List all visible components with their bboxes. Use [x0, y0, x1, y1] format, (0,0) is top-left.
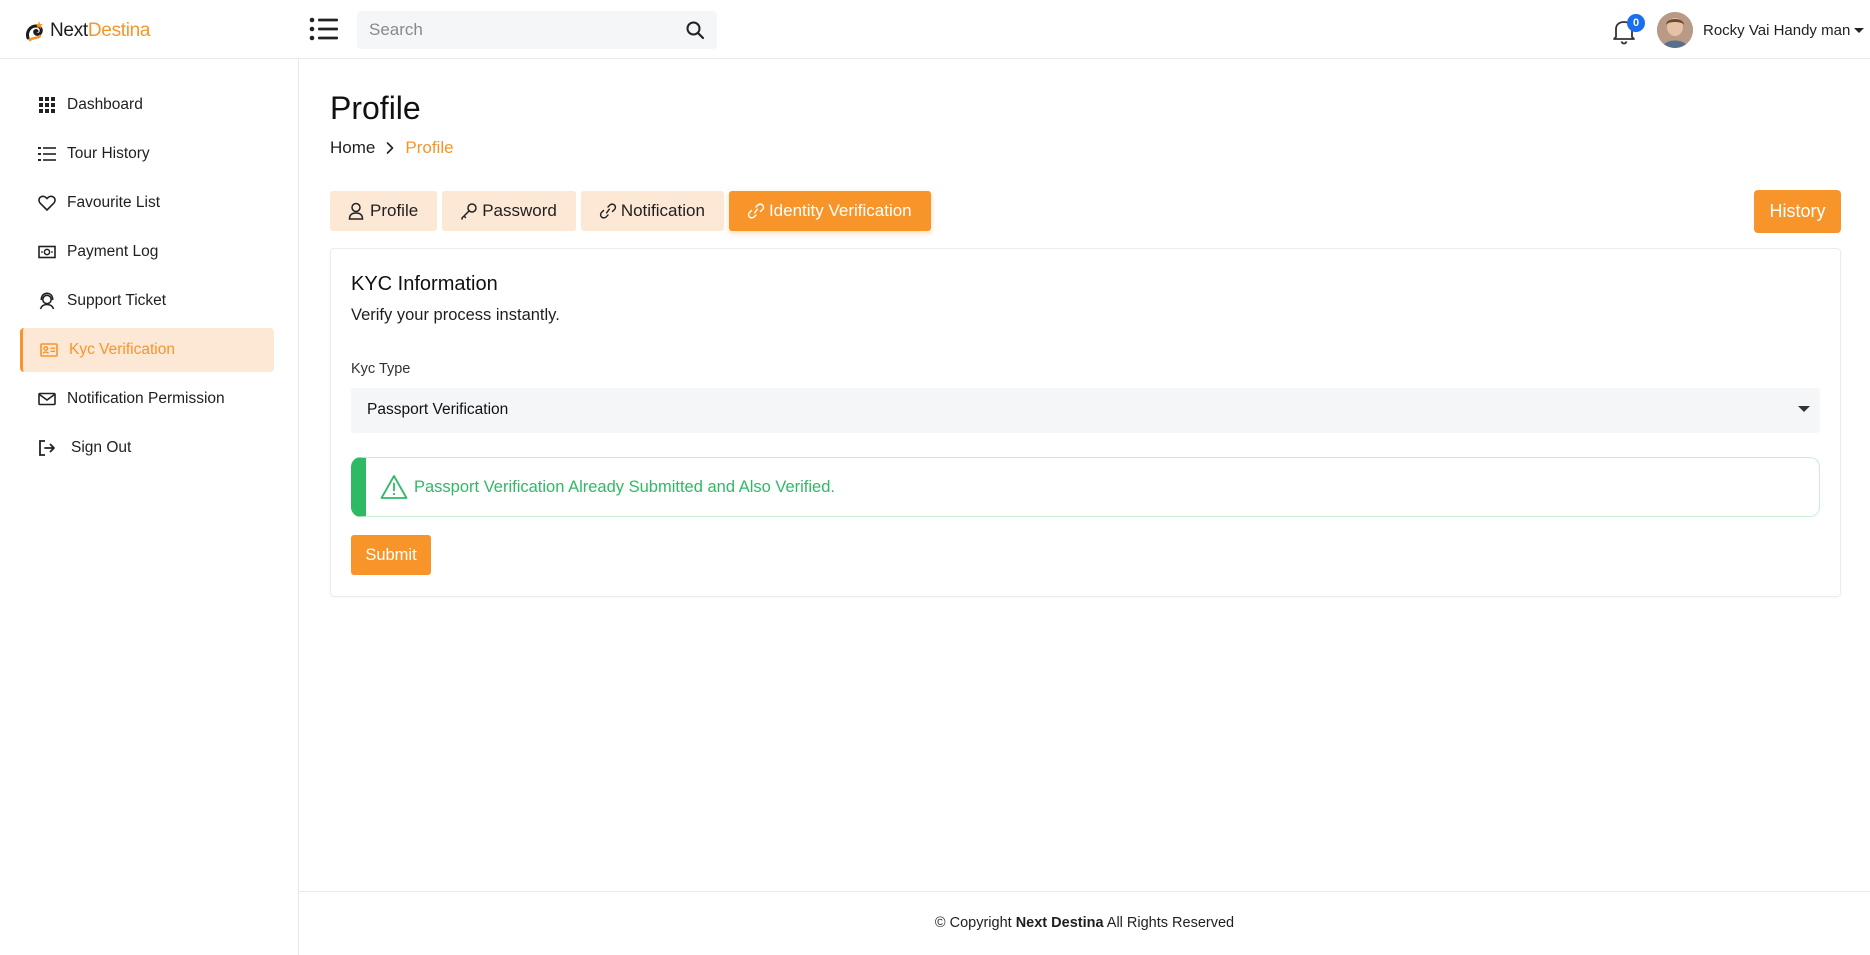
user-icon [348, 202, 366, 220]
sidebar: Dashboard Tour History Favourite List Pa… [0, 59, 299, 955]
avatar [1657, 12, 1693, 48]
envelope-icon [37, 389, 57, 409]
alert-text: Passport Verification Already Submitted … [414, 477, 835, 496]
link-icon [599, 202, 617, 220]
profile-tabs: Profile Password Notification Identity V… [330, 191, 936, 231]
tab-label: Profile [370, 201, 419, 220]
key-icon [460, 202, 478, 220]
sidebar-item-label: Payment Log [67, 243, 159, 260]
kyc-type-select[interactable]: Passport Verification [351, 388, 1820, 433]
sidebar-item-kyc-verification[interactable]: Kyc Verification [20, 328, 274, 372]
search-input[interactable] [357, 11, 657, 49]
chevron-down-icon [1854, 27, 1865, 33]
sidebar-item-label: Tour History [67, 145, 150, 162]
page-title: Profile [330, 90, 421, 126]
history-button[interactable]: History [1754, 190, 1841, 233]
notification-bell[interactable]: 0 [1611, 14, 1645, 46]
support-icon [37, 291, 57, 311]
sign-out-icon [37, 438, 57, 458]
kyc-card: KYC Information Verify your process inst… [330, 248, 1841, 597]
warning-triangle-icon [380, 474, 408, 500]
chevron-right-icon [381, 139, 399, 157]
user-name: Rocky Vai Handy man [1703, 21, 1851, 39]
breadcrumb-home[interactable]: Home [330, 138, 375, 158]
link-icon [747, 202, 765, 220]
tab-identity-verification[interactable]: Identity Verification [728, 191, 931, 231]
list-icon [37, 144, 57, 164]
tab-password[interactable]: Password [442, 191, 576, 231]
top-bar: NextDestina 0 [0, 0, 1870, 59]
sidebar-item-dashboard[interactable]: Dashboard [20, 83, 274, 127]
kyc-title: KYC Information [351, 273, 498, 295]
sidebar-item-label: Favourite List [67, 194, 161, 211]
chevron-down-icon [1798, 406, 1810, 412]
submit-button[interactable]: Submit [351, 535, 431, 575]
search-box [357, 11, 717, 49]
search-icon[interactable] [685, 20, 705, 40]
logo-icon [22, 18, 48, 44]
logo[interactable]: NextDestina [22, 16, 151, 46]
kyc-type-value: Passport Verification [367, 401, 509, 418]
grid-icon [37, 95, 57, 115]
breadcrumb-current: Profile [405, 138, 454, 157]
money-icon [37, 242, 57, 262]
kyc-subtitle: Verify your process instantly. [351, 306, 560, 324]
sidebar-item-favourite-list[interactable]: Favourite List [20, 181, 274, 225]
copyright-text: © Copyright Next Destina All Rights Rese… [934, 915, 1235, 931]
tab-profile[interactable]: Profile [330, 191, 438, 231]
notification-count-badge: 0 [1627, 14, 1645, 32]
footer: © Copyright Next Destina All Rights Rese… [299, 891, 1870, 955]
tab-notification[interactable]: Notification [580, 191, 724, 231]
kyc-type-label: Kyc Type [351, 361, 411, 377]
heart-icon [37, 193, 57, 213]
sidebar-item-label: Kyc Verification [69, 341, 175, 358]
tab-label: Identity Verification [768, 201, 912, 220]
breadcrumb: Home Profile [330, 138, 454, 158]
sidebar-item-sign-out[interactable]: Sign Out [20, 426, 274, 470]
sidebar-item-tour-history[interactable]: Tour History [20, 132, 274, 176]
footer-brand: Next Destina [1015, 915, 1104, 931]
sidebar-item-label: Sign Out [71, 439, 132, 456]
sidebar-item-label: Notification Permission [67, 390, 225, 407]
tab-label: Notification [620, 201, 705, 220]
sidebar-item-notification-permission[interactable]: Notification Permission [20, 377, 274, 421]
tab-label: Password [482, 201, 557, 220]
brand-name: NextDestina [50, 20, 151, 41]
menu-toggle-icon[interactable] [309, 16, 339, 42]
user-menu[interactable]: Rocky Vai Handy man [1657, 11, 1865, 49]
id-card-icon [39, 340, 59, 360]
sidebar-item-payment-log[interactable]: Payment Log [20, 230, 274, 274]
sidebar-item-support-ticket[interactable]: Support Ticket [20, 279, 274, 323]
verified-alert: Passport Verification Already Submitted … [351, 457, 1820, 517]
sidebar-item-label: Support Ticket [67, 292, 167, 309]
sidebar-item-label: Dashboard [67, 96, 143, 113]
